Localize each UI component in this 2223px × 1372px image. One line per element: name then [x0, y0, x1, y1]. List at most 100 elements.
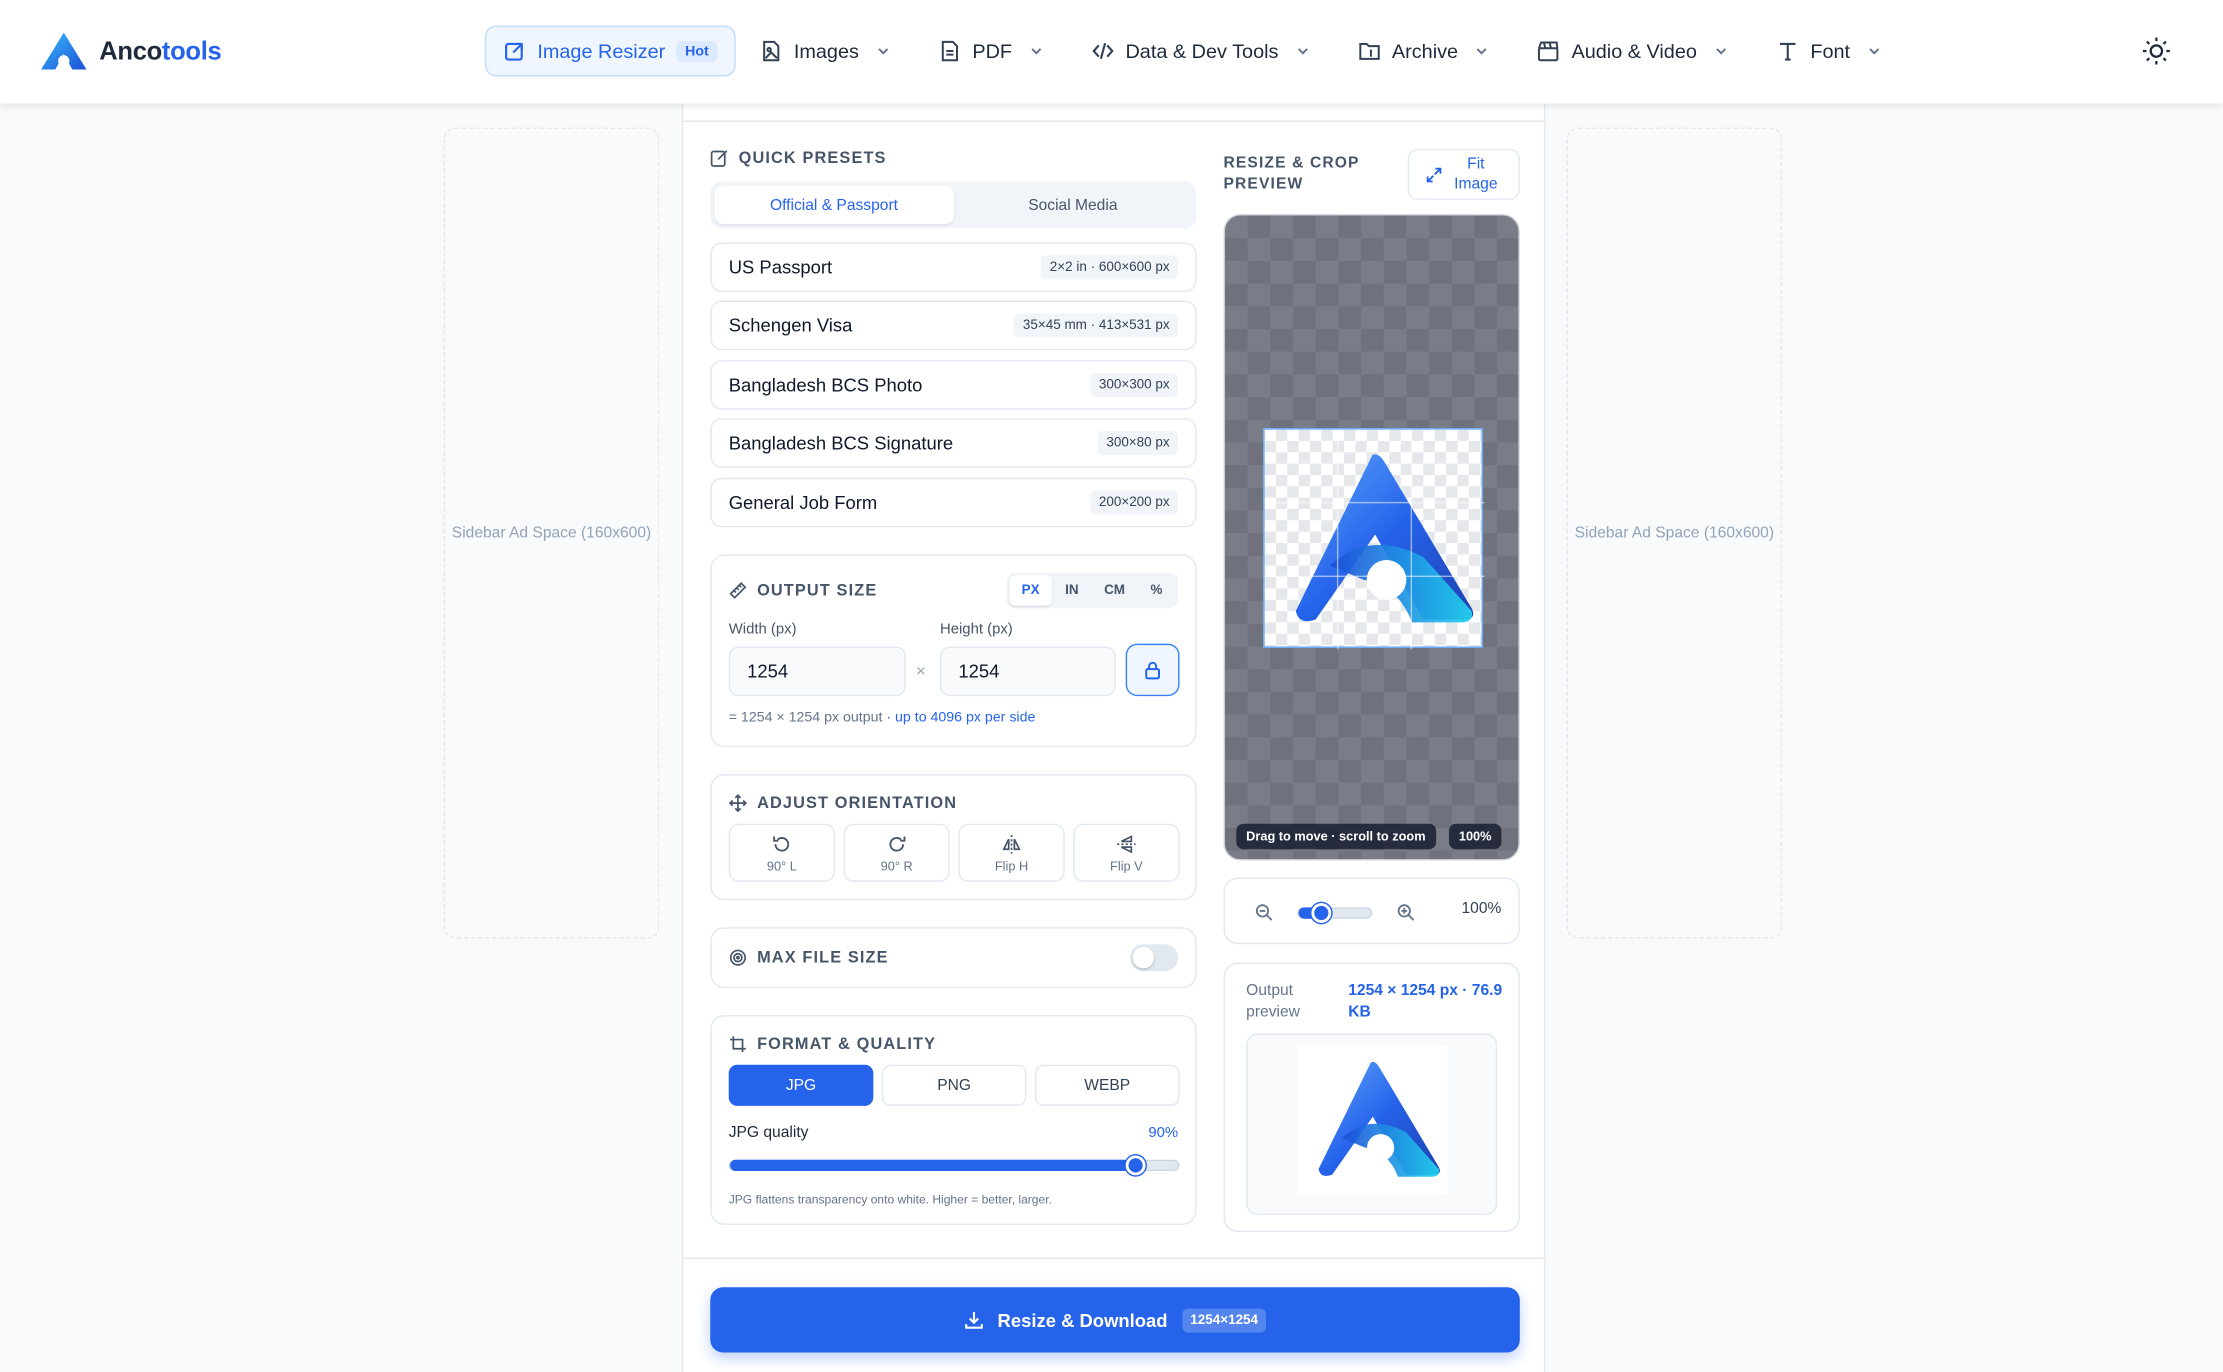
- nav-archive[interactable]: Archive: [1334, 26, 1514, 77]
- flip-horizontal-button[interactable]: Flip H: [958, 823, 1065, 882]
- tab-official-passport[interactable]: Official & Passport: [714, 185, 954, 225]
- button-label: Flip V: [1110, 858, 1143, 873]
- unit-in[interactable]: IN: [1052, 576, 1091, 606]
- preset-size-badge: 200×200 px: [1090, 490, 1179, 515]
- main-nav: Image Resizer Hot Images PDF Data & Dev …: [484, 25, 1905, 77]
- logo-icon: [41, 32, 87, 70]
- orientation-heading: ADJUST ORIENTATION: [728, 794, 957, 813]
- zoom-out-icon[interactable]: [1255, 903, 1273, 921]
- document-icon: [941, 40, 958, 62]
- logo-image: [1318, 1061, 1440, 1177]
- nav-image-resizer[interactable]: Image Resizer Hot: [484, 25, 736, 77]
- unit-percent[interactable]: %: [1138, 576, 1176, 606]
- target-icon: [729, 949, 747, 966]
- nav-audio-video[interactable]: Audio & Video: [1513, 26, 1752, 77]
- zoom-slider-thumb[interactable]: [1311, 903, 1332, 923]
- width-input[interactable]: 1254: [728, 646, 906, 697]
- resize-download-button[interactable]: Resize & Download 1254×1254: [710, 1287, 1520, 1353]
- flip-horizontal-icon: [1002, 834, 1021, 853]
- sun-icon[interactable]: [2141, 35, 2172, 66]
- zoom-slider[interactable]: [1297, 903, 1373, 923]
- lock-icon: [1145, 661, 1160, 679]
- output-preview-card: Output preview 1254 × 1254 px · 76.9 KB: [1223, 962, 1520, 1233]
- sidebar-ad-left: Sidebar Ad Space (160x600): [443, 127, 660, 939]
- crop-icon: [730, 1036, 746, 1053]
- chevron-down-icon: [1869, 48, 1880, 55]
- output-thumbnail-canvas: [1297, 1044, 1448, 1196]
- quick-presets-heading: QUICK PRESETS: [710, 149, 886, 167]
- grid-line: [1264, 501, 1485, 504]
- width-label: Width (px): [728, 620, 797, 638]
- crop-frame[interactable]: [1263, 428, 1485, 650]
- format-png-button[interactable]: PNG: [881, 1064, 1027, 1106]
- quality-label: JPG quality: [728, 1124, 809, 1142]
- grid-line: [1336, 429, 1339, 650]
- height-input[interactable]: 1254: [939, 646, 1116, 697]
- preset-bcs-photo[interactable]: Bangladesh BCS Photo 300×300 px: [710, 360, 1197, 410]
- brand-name: Ancotools: [99, 36, 222, 65]
- max-file-size-toggle[interactable]: [1129, 944, 1179, 972]
- nav-label: Archive: [1391, 39, 1459, 63]
- ruler-icon: [729, 582, 747, 599]
- format-webp-button[interactable]: WEBP: [1034, 1064, 1180, 1106]
- crop-canvas[interactable]: Drag to move · scroll to zoom 100%: [1223, 214, 1520, 861]
- format-jpg-button[interactable]: JPG: [728, 1064, 874, 1106]
- button-label: 90° R: [880, 858, 913, 873]
- move-icon: [728, 794, 748, 813]
- unit-px[interactable]: PX: [1008, 575, 1053, 606]
- type-icon: [1779, 42, 1796, 61]
- grid-line: [1264, 575, 1485, 578]
- rotate-left-button[interactable]: 90° L: [728, 823, 836, 882]
- rotate-right-button[interactable]: 90° R: [843, 823, 950, 882]
- brand-logo[interactable]: Ancotools: [40, 31, 222, 71]
- max-file-size-card: MAX FILE SIZE: [710, 927, 1197, 989]
- grid-line: [1410, 429, 1413, 650]
- flip-vertical-icon: [1117, 834, 1136, 853]
- chevron-down-icon: [1716, 48, 1726, 55]
- fit-image-button[interactable]: Fit Image: [1407, 148, 1520, 200]
- unit-cm[interactable]: CM: [1091, 576, 1137, 606]
- rotate-ccw-icon: [773, 835, 790, 851]
- preset-schengen-visa[interactable]: Schengen Visa 35×45 mm · 413×531 px: [710, 300, 1197, 351]
- quality-slider-fill: [730, 1159, 1136, 1172]
- nav-label: PDF: [972, 39, 1013, 63]
- chevron-down-icon: [1297, 48, 1308, 55]
- orientation-card: ADJUST ORIENTATION 90° L 90° R Flip H Fl…: [710, 774, 1197, 901]
- divider: [683, 120, 1547, 122]
- resizer-panel: QUICK PRESETS Official & Passport Social…: [681, 103, 1547, 1372]
- preset-us-passport[interactable]: US Passport 2×2 in · 600×600 px: [710, 242, 1197, 293]
- nav-images[interactable]: Images: [736, 26, 915, 77]
- preset-size-badge: 300×300 px: [1090, 372, 1179, 397]
- format-hint: JPG flattens transparency onto white. Hi…: [728, 1192, 1052, 1207]
- preset-size-badge: 2×2 in · 600×600 px: [1041, 255, 1179, 280]
- nav-label: Images: [793, 39, 859, 63]
- zoom-in-icon[interactable]: [1396, 903, 1415, 921]
- preset-name: General Job Form: [728, 491, 878, 514]
- nav-font[interactable]: Font: [1752, 26, 1905, 77]
- aspect-lock-button[interactable]: [1125, 643, 1180, 697]
- output-preview-value: 1254 × 1254 px · 76.9 KB: [1348, 982, 1503, 1021]
- rotate-cw-icon: [889, 835, 906, 851]
- quality-slider-thumb[interactable]: [1125, 1155, 1146, 1176]
- tab-social-media[interactable]: Social Media: [953, 186, 1192, 224]
- download-icon: [964, 1312, 983, 1329]
- quality-slider[interactable]: [728, 1155, 1180, 1176]
- preset-name: Bangladesh BCS Photo: [728, 374, 923, 396]
- divider: [683, 1257, 1547, 1259]
- output-note: = 1254 × 1254 px output · up to 4096 px …: [728, 710, 1036, 726]
- download-size-badge: 1254×1254: [1181, 1307, 1267, 1332]
- preset-general-job-form[interactable]: General Job Form 200×200 px: [710, 477, 1197, 528]
- preset-bcs-signature[interactable]: Bangladesh BCS Signature 300×80 px: [710, 418, 1197, 468]
- flip-vertical-button[interactable]: Flip V: [1073, 823, 1180, 882]
- nav-pdf[interactable]: PDF: [914, 26, 1067, 77]
- chevron-down-icon: [1477, 48, 1488, 55]
- sidebar-ad-right: Sidebar Ad Space (160x600): [1566, 127, 1783, 939]
- code-icon: [1092, 42, 1114, 60]
- zoom-chip: 100%: [1448, 823, 1502, 850]
- preset-name: Bangladesh BCS Signature: [728, 432, 954, 454]
- nav-data-dev-tools[interactable]: Data & Dev Tools: [1067, 26, 1333, 77]
- unit-switcher: PX IN CM %: [1005, 572, 1179, 609]
- height-label: Height (px): [939, 620, 1013, 638]
- quality-value: 90%: [1148, 1124, 1179, 1142]
- clapperboard-icon: [1538, 41, 1560, 62]
